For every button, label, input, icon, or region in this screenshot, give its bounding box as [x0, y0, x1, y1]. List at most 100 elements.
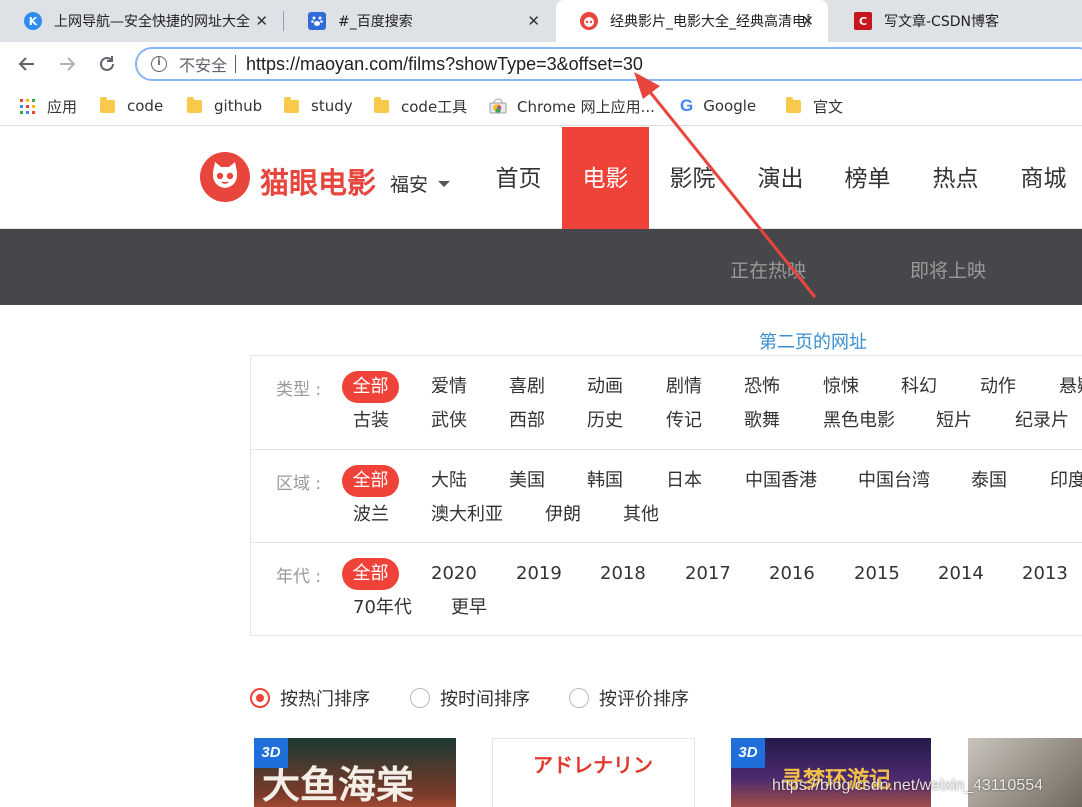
bookmark-label: Google [703, 97, 757, 115]
filter-tag[interactable]: 2018 [600, 558, 646, 590]
subnav-now-showing[interactable]: 正在热映 [730, 256, 806, 283]
filter-tag[interactable]: 喜剧 [509, 371, 545, 403]
filter-panel: 类型 : 全部 爱情 喜剧 动画 剧情 恐怖 惊悚 科幻 动作 悬疑 古装 武侠… [250, 355, 1082, 636]
filter-tag[interactable]: 70年代 [353, 592, 412, 624]
folder-icon [284, 96, 299, 113]
filter-tag[interactable]: 剧情 [666, 371, 702, 403]
close-tab-icon[interactable]: ✕ [527, 12, 540, 30]
forward-button[interactable] [53, 50, 81, 78]
filter-tag[interactable]: 2014 [938, 558, 984, 590]
filter-tag[interactable]: 2016 [769, 558, 815, 590]
filter-tag[interactable]: 黑色电影 [823, 405, 895, 437]
filter-tag[interactable]: 动画 [587, 371, 623, 403]
filter-tag[interactable]: 短片 [936, 405, 972, 437]
filter-tag[interactable]: 历史 [587, 405, 623, 437]
filter-tag[interactable]: 更早 [451, 592, 487, 624]
sort-by-rating[interactable]: 按评价排序 [569, 686, 689, 710]
browser-tab-hao-navigation[interactable]: K 上网导航—安全快捷的网址大全 ✕ [0, 0, 282, 42]
filter-tag[interactable]: 2013 [1022, 558, 1068, 590]
nav-shows[interactable]: 演出 [737, 127, 824, 229]
bookmark-code-tools[interactable]: code工具 [374, 95, 467, 117]
filter-tag[interactable]: 悬疑 [1059, 371, 1082, 403]
filter-tag[interactable]: 伊朗 [545, 499, 581, 531]
maoyan-cat-logo-icon[interactable] [200, 152, 250, 202]
nav-movies[interactable]: 电影 [562, 127, 649, 229]
nav-cinemas[interactable]: 影院 [649, 127, 736, 229]
bookmark-apps[interactable]: 应用 [20, 95, 77, 117]
sort-label: 按评价排序 [599, 689, 689, 710]
filter-tag[interactable]: 传记 [666, 405, 702, 437]
reload-button[interactable] [93, 50, 121, 78]
filter-tag[interactable]: 大陆 [431, 465, 467, 497]
filter-tag[interactable]: 2019 [516, 558, 562, 590]
bookmark-github[interactable]: github [187, 95, 262, 117]
filter-tag[interactable]: 歌舞 [744, 405, 780, 437]
reload-icon [100, 56, 114, 71]
radio-icon[interactable] [569, 688, 589, 708]
folder-icon [786, 96, 801, 113]
bookmark-code[interactable]: code [100, 95, 163, 117]
filter-tag[interactable]: 2015 [854, 558, 900, 590]
tab-title: 经典影片_电影大全_经典高清电影 [610, 14, 810, 30]
nav-hot[interactable]: 热点 [912, 127, 999, 229]
sort-by-time[interactable]: 按时间排序 [410, 686, 530, 710]
back-button[interactable] [13, 50, 41, 78]
site-logo-text[interactable]: 猫眼电影 [260, 160, 376, 202]
bookmark-label: Chrome 网上应用... [517, 97, 655, 116]
filter-tag[interactable]: 纪录片 [1015, 405, 1069, 437]
movie-poster[interactable]: 寻梦环游记 3D [731, 738, 931, 807]
filter-tag[interactable]: 2017 [685, 558, 731, 590]
filter-tag[interactable]: 恐怖 [744, 371, 780, 403]
filter-tag[interactable]: 日本 [666, 465, 702, 497]
nav-home[interactable]: 首页 [475, 127, 562, 229]
filter-tag[interactable]: 西部 [509, 405, 545, 437]
sort-label: 按时间排序 [440, 689, 530, 710]
filter-tag[interactable]: 美国 [509, 465, 545, 497]
movie-poster[interactable]: アドレナリン [492, 738, 695, 807]
radio-icon[interactable] [410, 688, 430, 708]
filter-tag[interactable]: 全部 [342, 371, 399, 403]
browser-tab-csdn-write[interactable]: C 写文章-CSDN博客 [830, 0, 1082, 42]
sort-by-popularity[interactable]: 按热门排序 [250, 686, 370, 710]
filter-tag[interactable]: 科幻 [901, 371, 937, 403]
filter-tag[interactable]: 全部 [342, 465, 399, 497]
filter-tag[interactable]: 古装 [353, 405, 389, 437]
bookmark-google[interactable]: G Google [680, 95, 756, 117]
bookmark-chrome-webstore[interactable]: Chrome 网上应用... [489, 95, 655, 117]
filter-tag[interactable]: 中国台湾 [858, 465, 930, 497]
address-bar[interactable]: i 不安全 https://maoyan.com/films?showType=… [135, 47, 1082, 81]
movie-poster[interactable] [968, 738, 1082, 807]
url-text[interactable]: https://maoyan.com/films?showType=3&offs… [246, 54, 643, 75]
filter-tag[interactable]: 韩国 [587, 465, 623, 497]
filter-tag[interactable]: 2020 [431, 558, 477, 590]
bookmark-label: study [311, 97, 353, 115]
city-selector[interactable]: 福安 [390, 170, 428, 197]
browser-tab-maoyan-films[interactable]: 经典影片_电影大全_经典高清电影 ✕ [556, 0, 828, 42]
bookmark-official-docs[interactable]: 官文 [786, 95, 843, 117]
nav-rankings[interactable]: 榜单 [824, 127, 911, 229]
site-info-icon[interactable]: i [151, 56, 167, 72]
filter-tag[interactable]: 中国香港 [745, 465, 817, 497]
filter-label-type: 类型 : [276, 380, 322, 400]
filter-tag[interactable]: 武侠 [431, 405, 467, 437]
filter-tag[interactable]: 澳大利亚 [431, 499, 503, 531]
filter-tag[interactable]: 印度 [1050, 465, 1082, 497]
subnav-coming-soon[interactable]: 即将上映 [910, 256, 986, 283]
filter-tag[interactable]: 动作 [980, 371, 1016, 403]
bookmark-study[interactable]: study [284, 95, 353, 117]
filter-tag[interactable]: 波兰 [353, 499, 389, 531]
csdn-c-icon: C [854, 12, 872, 30]
filter-tag[interactable]: 爱情 [431, 371, 467, 403]
filter-tag[interactable]: 泰国 [971, 465, 1007, 497]
filter-tag[interactable]: 其他 [623, 499, 659, 531]
radio-selected-icon[interactable] [250, 688, 270, 708]
close-tab-icon[interactable]: ✕ [801, 12, 814, 30]
browser-tab-baidu-search[interactable]: #_百度搜索 ✕ [284, 0, 554, 42]
nav-mall[interactable]: 商城 [1000, 127, 1082, 229]
filter-tag[interactable]: 全部 [342, 558, 399, 590]
caret-down-icon[interactable] [438, 181, 450, 187]
movie-poster[interactable]: 大鱼海棠 3D [254, 738, 456, 807]
close-tab-icon[interactable]: ✕ [255, 12, 268, 30]
3d-badge: 3D [254, 738, 288, 768]
filter-tag[interactable]: 惊悚 [823, 371, 859, 403]
